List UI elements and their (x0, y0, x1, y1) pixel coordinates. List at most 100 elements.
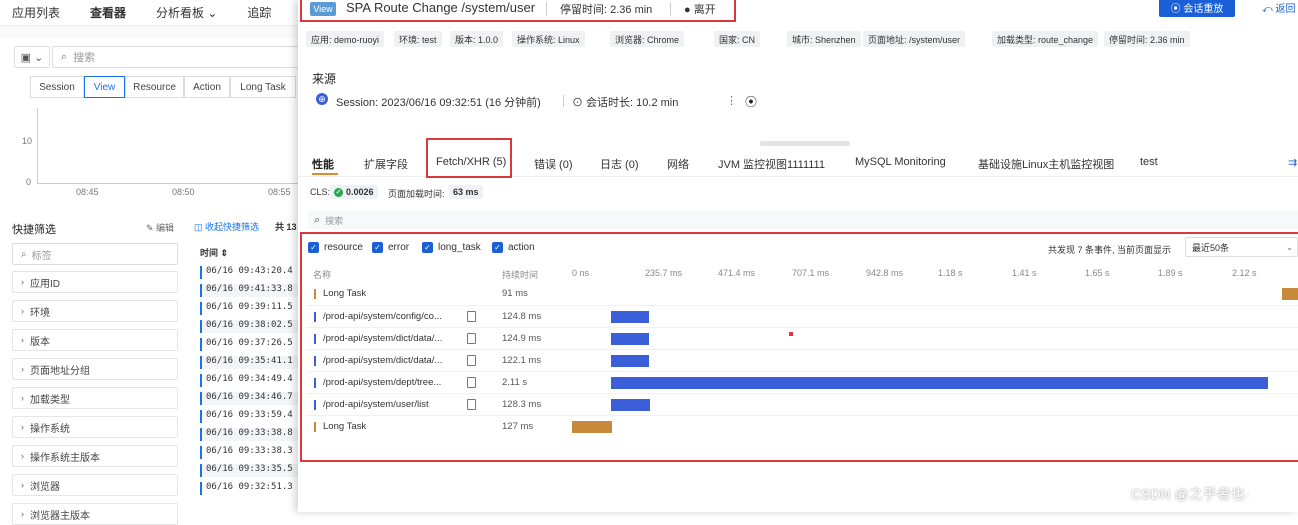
timeline-tick-label: 2.12 s (1232, 268, 1257, 278)
back-button[interactable]: ⤺ 返回 (1262, 0, 1295, 15)
resource-row[interactable]: /prod-api/system/dict/data/... 122.1 ms (307, 349, 1298, 371)
table-row[interactable]: 06/16 09:34:46.7 (200, 392, 300, 405)
more-icon[interactable]: ⋮ (726, 94, 737, 107)
attribute-chip: 页面地址: /system/user (863, 31, 966, 47)
filter-group[interactable]: › 页面地址分组 (12, 358, 178, 380)
load-time-label: 页面加载时间: (388, 189, 445, 199)
tab-item[interactable]: 网络 (667, 156, 689, 172)
table-row[interactable]: 06/16 09:34:49.4 (200, 374, 300, 387)
table-row[interactable]: 06/16 09:33:38.8 (200, 428, 300, 441)
filter-group[interactable]: › 操作系统主版本 (12, 445, 178, 467)
nav-item[interactable]: 查看器 (90, 4, 126, 21)
legend-error[interactable]: ✓ error (372, 242, 409, 253)
tab-item[interactable]: 性能 (312, 156, 334, 172)
attribute-chip: 城市: Shenzhen (787, 31, 861, 47)
copy-icon[interactable] (467, 377, 476, 388)
chevron-right-icon: › (21, 451, 24, 461)
table-row[interactable]: 06/16 09:33:35.5 (200, 464, 300, 477)
filter-group[interactable]: › 应用ID (12, 271, 178, 293)
play-icon[interactable]: ⦿ (745, 93, 757, 110)
table-row[interactable]: 06/16 09:33:59.4 (200, 410, 300, 423)
timeline-bar (610, 333, 650, 345)
filter-label: 页面地址分组 (30, 365, 90, 377)
limit-select[interactable]: 最近50条 ⌄ (1185, 237, 1298, 257)
table-row[interactable]: 06/16 09:37:26.5 (200, 338, 300, 351)
more-tabs-icon[interactable]: ⇉ (1288, 156, 1297, 169)
filter-label: 操作系统主版本 (30, 452, 100, 464)
type-marker (314, 400, 316, 410)
type-marker (314, 334, 316, 344)
table-row[interactable]: 06/16 09:43:20.4 (200, 266, 300, 279)
attribute-chip: 应用: demo-ruoyi (306, 31, 385, 47)
resource-row[interactable]: /prod-api/system/config/co... 124.8 ms (307, 305, 1298, 327)
timeline-bar (610, 377, 1268, 389)
tab-resource[interactable]: Resource (125, 76, 184, 98)
tab-item[interactable]: 基础设施Linux主机监控视图 (978, 156, 1114, 172)
copy-icon[interactable] (467, 311, 476, 322)
legend-long-task[interactable]: ✓ long_task (422, 242, 481, 253)
filter-group[interactable]: › 操作系统 (12, 416, 178, 438)
tab-item[interactable]: MySQL Monitoring (855, 156, 946, 168)
watermark: CSDN @之乎者也· (1131, 486, 1250, 502)
filter-group[interactable]: › 加载类型 (12, 387, 178, 409)
divider (563, 95, 564, 107)
filter-label: 操作系统 (30, 423, 70, 435)
table-row[interactable]: 06/16 09:39:11.5 (200, 302, 300, 315)
legend-action[interactable]: ✓ action (492, 242, 535, 253)
tab-item[interactable]: 错误 (0) (534, 156, 573, 172)
nav-item[interactable]: 追踪 (247, 4, 271, 21)
tab-item[interactable]: 日志 (0) (600, 156, 639, 172)
duration-column-header: 持续时间 (502, 270, 539, 280)
session-link[interactable]: Session: 2023/06/16 09:32:51 (16 分钟前) (336, 94, 541, 110)
long-task-row[interactable]: Long Task 91 ms (307, 283, 1298, 305)
tab-item[interactable]: test (1140, 156, 1158, 168)
table-row[interactable]: 06/16 09:38:02.5 (200, 320, 300, 333)
table-row[interactable]: 06/16 09:32:51.3 (200, 482, 300, 495)
cls-value-badge: ✓ 0.0026 (330, 185, 378, 199)
table-row[interactable]: 06/16 09:33:38.3 (200, 446, 300, 459)
resize-handle[interactable] (760, 141, 850, 146)
copy-icon[interactable] (467, 333, 476, 344)
collapse-filter-button[interactable]: ◫ 收起快捷筛选 (194, 220, 259, 233)
tab-long-task[interactable]: Long Task (230, 76, 296, 98)
resource-row[interactable]: /prod-api/system/user/list 128.3 ms (307, 393, 1298, 415)
filter-label: 浏览器主版本 (30, 510, 90, 522)
filter-group[interactable]: › 环境 (12, 300, 178, 322)
event-name: Long Task (323, 288, 367, 299)
tag-search-input[interactable]: ⌕ 标签 (12, 243, 178, 265)
chevron-right-icon: › (21, 480, 24, 490)
long-task-row[interactable]: Long Task 127 ms (307, 415, 1298, 437)
nav-item[interactable]: 应用列表 (12, 4, 60, 21)
view-toggle-button[interactable]: ▣ ⌄ (14, 46, 50, 68)
tab-action[interactable]: Action (184, 76, 230, 98)
resource-row[interactable]: /prod-api/system/dept/tree... 2.11 s (307, 371, 1298, 393)
chevron-right-icon: › (21, 306, 24, 316)
copy-icon[interactable] (467, 355, 476, 366)
checkbox-icon: ✓ (372, 242, 383, 253)
search-icon: ⌕ (314, 213, 321, 226)
time-column-header[interactable]: 时间 ⇕ (200, 246, 228, 259)
tab-item[interactable]: 扩展字段 (364, 156, 408, 172)
error-marker (789, 332, 793, 336)
resource-row[interactable]: /prod-api/system/dict/data/... 124.9 ms (307, 327, 1298, 349)
event-duration: 128.3 ms (502, 399, 542, 410)
table-row[interactable]: 06/16 09:41:33.8 (200, 284, 300, 297)
search-input[interactable]: ⌕ 搜索 (52, 46, 300, 68)
tab-item[interactable]: JVM 监控视图1111111 (718, 156, 825, 172)
tab-view[interactable]: View (84, 76, 125, 98)
tab-session[interactable]: Session (30, 76, 84, 98)
waterfall-search-input[interactable]: ⌕ 搜索 (308, 211, 1298, 229)
timeline-tick-label: 0 ns (572, 268, 590, 278)
copy-icon[interactable] (467, 399, 476, 410)
chevron-right-icon: › (21, 422, 24, 432)
filter-group[interactable]: › 浏览器主版本 (12, 503, 178, 525)
edit-button[interactable]: ✎ 编辑 (146, 221, 174, 234)
divider (670, 2, 671, 16)
nav-item[interactable]: 分析看板 ⌄ (156, 4, 217, 21)
filter-group[interactable]: › 版本 (12, 329, 178, 351)
table-row[interactable]: 06/16 09:35:41.1 (200, 356, 300, 369)
chevron-right-icon: › (21, 509, 24, 519)
filter-group[interactable]: › 浏览器 (12, 474, 178, 496)
legend-resource[interactable]: ✓ resource (308, 242, 363, 253)
session-replay-button[interactable]: ⦿ 会话重放 (1159, 0, 1235, 17)
